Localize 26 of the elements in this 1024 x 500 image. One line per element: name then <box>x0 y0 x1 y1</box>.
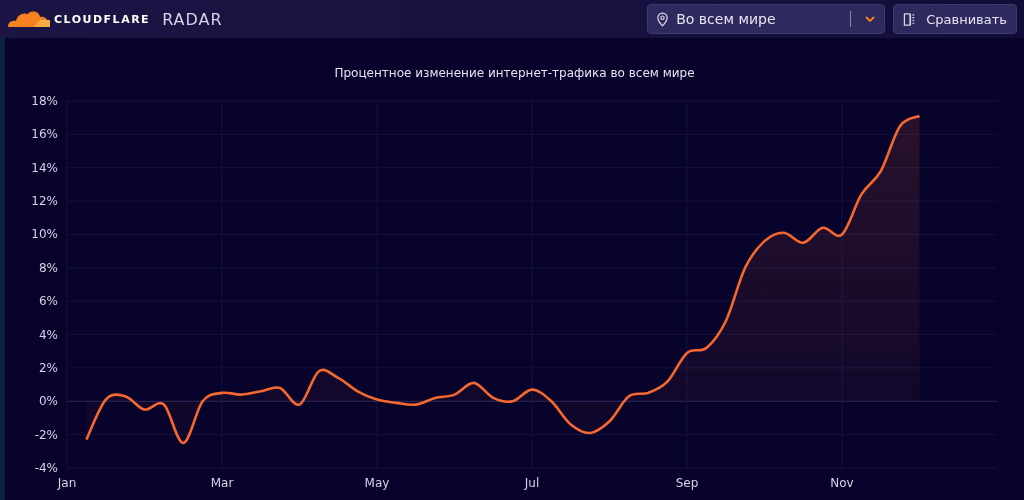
location-pin-icon <box>657 11 669 27</box>
x-axis-label: May <box>364 476 390 490</box>
brand-name: CLOUDFLARE <box>54 12 151 26</box>
y-axis-label: 16% <box>31 127 58 142</box>
x-axis-label: Jul <box>524 476 540 490</box>
y-axis-label: 6% <box>38 294 58 309</box>
x-axis-label: Mar <box>210 476 234 490</box>
y-axis-label: -4% <box>34 461 58 475</box>
y-axis-label: 0% <box>38 394 58 409</box>
y-axis-label: 2% <box>38 360 58 375</box>
y-axis-label: 12% <box>31 194 58 209</box>
y-axis-label: 14% <box>31 160 58 175</box>
chart-title: Процентное изменение интернет-трафика во всем мире <box>333 65 696 82</box>
y-axis-label: 8% <box>38 260 58 275</box>
location-select[interactable]: Во всем мире <box>647 4 886 34</box>
cloud-logo-icon <box>6 9 50 29</box>
y-axis-label: -2% <box>34 427 58 442</box>
compare-button[interactable]: Сравнивать <box>893 4 1017 34</box>
y-axis-label: 10% <box>31 227 58 242</box>
chevron-down-icon <box>865 16 876 22</box>
y-axis-label: 4% <box>38 327 58 342</box>
x-axis-label: Nov <box>830 476 854 490</box>
x-axis-label: Sep <box>675 476 699 490</box>
y-axis-label: 18% <box>31 94 58 108</box>
x-axis-label: Jan <box>57 476 77 490</box>
product-name: RADAR <box>162 9 223 29</box>
